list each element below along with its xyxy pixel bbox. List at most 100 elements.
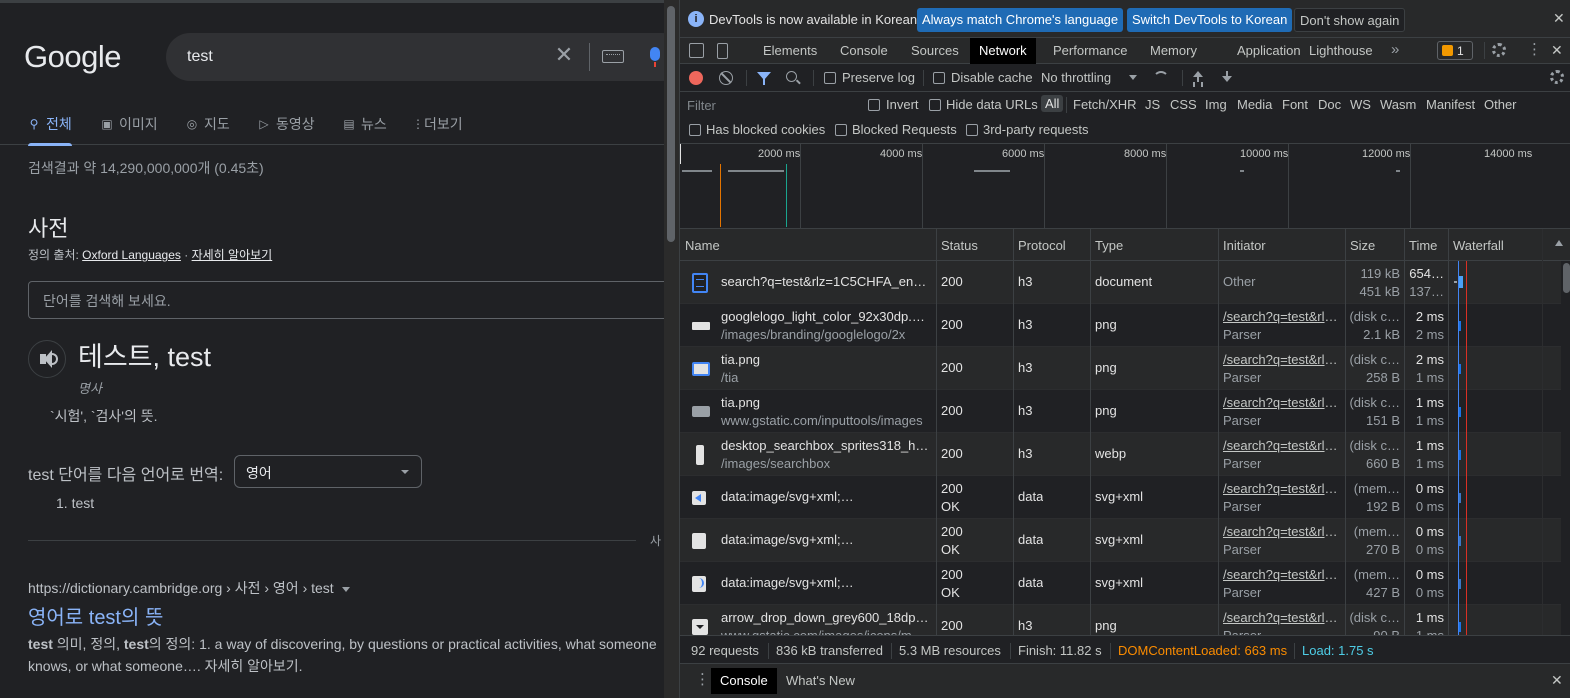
- disable-cache-checkbox[interactable]: [933, 72, 945, 84]
- record-icon[interactable]: [689, 71, 703, 85]
- table-row[interactable]: data:image/svg+xml;… 200 OK data svg+xml/sea…: [680, 562, 1561, 605]
- more-tabs-icon[interactable]: »: [1391, 41, 1399, 58]
- close-icon[interactable]: ✕: [1553, 10, 1565, 27]
- column-separator[interactable]: [1448, 229, 1449, 635]
- request-name[interactable]: tia.png: [721, 395, 931, 410]
- blocked-cookies-checkbox[interactable]: [689, 124, 701, 136]
- column-separator[interactable]: [936, 229, 937, 635]
- request-name[interactable]: tia.png: [721, 352, 931, 367]
- tab-videos[interactable]: ▷ 동영상: [258, 111, 314, 137]
- request-name[interactable]: search?q=test&rlz=1C5CHFA_enK…: [721, 274, 931, 289]
- column-separator[interactable]: [1090, 229, 1091, 635]
- filter-type-ws[interactable]: WS: [1350, 97, 1371, 112]
- tab-sources[interactable]: Sources: [902, 38, 968, 64]
- filter-type-font[interactable]: Font: [1282, 97, 1308, 112]
- request-initiator-link[interactable]: /search?q=test&rlz…: [1223, 524, 1341, 539]
- filter-type-js[interactable]: JS: [1145, 97, 1160, 112]
- tab-performance[interactable]: Performance: [1044, 38, 1136, 64]
- hide-data-urls-checkbox[interactable]: [929, 99, 941, 111]
- search-icon[interactable]: [786, 71, 797, 82]
- pronunciation-button[interactable]: [28, 340, 66, 378]
- request-name[interactable]: data:image/svg+xml;…: [721, 575, 931, 590]
- tab-maps[interactable]: ◎ 지도: [186, 111, 230, 137]
- request-name[interactable]: data:image/svg+xml;…: [721, 532, 931, 547]
- table-row[interactable]: data:image/svg+xml;… 200 OK data svg+xml/sea…: [680, 519, 1561, 562]
- network-conditions-icon[interactable]: [1153, 71, 1169, 83]
- export-har-icon[interactable]: [1221, 71, 1233, 85]
- more-vert-icon[interactable]: ⋮: [1527, 42, 1542, 57]
- network-overview-timeline[interactable]: 2000 ms 4000 ms 6000 ms 8000 ms 10000 ms…: [680, 144, 1570, 229]
- tab-elements[interactable]: Elements: [754, 38, 826, 64]
- filter-icon[interactable]: [757, 72, 771, 85]
- tab-memory[interactable]: Memory: [1141, 38, 1206, 64]
- column-separator[interactable]: [1218, 229, 1219, 635]
- google-logo[interactable]: Google: [24, 39, 121, 75]
- tab-console[interactable]: Console: [831, 38, 897, 64]
- request-name[interactable]: data:image/svg+xml;…: [721, 489, 931, 504]
- search-input[interactable]: test: [187, 48, 213, 66]
- filter-type-all[interactable]: All: [1041, 95, 1064, 112]
- throttling-select[interactable]: No throttling: [1041, 70, 1111, 85]
- table-row[interactable]: tia.png/tia 200 h3 png/search?q=test&rlz… Pa…: [680, 347, 1561, 390]
- device-toolbar-icon[interactable]: [717, 43, 728, 59]
- clear-icon[interactable]: [719, 71, 733, 85]
- filter-type-other[interactable]: Other: [1484, 97, 1517, 112]
- request-initiator-link[interactable]: /search?q=test&rlz…: [1223, 481, 1341, 496]
- switch-to-korean-button[interactable]: Switch DevTools to Korean: [1127, 8, 1293, 32]
- request-name[interactable]: desktop_searchbox_sprites318_hr.…: [721, 438, 931, 453]
- preserve-log-checkbox[interactable]: [824, 72, 836, 84]
- table-row[interactable]: tia.png www.gstatic.com/inputtools/images…: [680, 390, 1561, 433]
- close-devtools-icon[interactable]: ✕: [1551, 42, 1563, 59]
- column-header-protocol[interactable]: Protocol: [1018, 238, 1066, 253]
- tab-network[interactable]: Network: [970, 38, 1036, 64]
- dictionary-search-input[interactable]: 단어를 검색해 보세요.: [28, 281, 664, 319]
- blocked-requests-checkbox[interactable]: [835, 124, 847, 136]
- tab-news[interactable]: ▤ 뉴스: [343, 111, 386, 137]
- inspect-element-icon[interactable]: [689, 43, 704, 58]
- table-row[interactable]: arrow_drop_down_grey600_18dp.… www.gstati…: [680, 605, 1561, 635]
- request-initiator-link[interactable]: /search?q=test&rlz…: [1223, 309, 1341, 324]
- chevron-down-icon[interactable]: [341, 586, 350, 592]
- table-row[interactable]: googlelogo_light_color_92x30dp.png/image…: [680, 304, 1561, 347]
- chevron-down-icon[interactable]: [1129, 75, 1137, 80]
- column-separator[interactable]: [1404, 229, 1405, 635]
- tab-lighthouse[interactable]: Lighthouse: [1300, 38, 1382, 64]
- table-row[interactable]: desktop_searchbox_sprites318_hr.… /images…: [680, 433, 1561, 476]
- request-name[interactable]: arrow_drop_down_grey600_18dp.…: [721, 610, 931, 625]
- oxford-link[interactable]: Oxford Languages: [82, 248, 181, 262]
- mic-icon[interactable]: [650, 47, 660, 67]
- learn-more-link[interactable]: 자세히 알아보기: [192, 248, 273, 262]
- column-header-time[interactable]: Time: [1409, 238, 1437, 253]
- filter-input[interactable]: Filter: [683, 95, 855, 115]
- scrollbar-thumb[interactable]: [667, 6, 675, 242]
- table-row[interactable]: search?q=test&rlz=1C5CHFA_enK… 200 h3 docum…: [680, 261, 1561, 304]
- request-name[interactable]: googlelogo_light_color_92x30dp.png: [721, 309, 931, 324]
- request-initiator-link[interactable]: /search?q=test&rlz…: [1223, 567, 1341, 582]
- scrollbar-thumb[interactable]: [1563, 263, 1570, 293]
- request-initiator-link[interactable]: /search?q=test&rlz…: [1223, 352, 1341, 367]
- column-header-size[interactable]: Size: [1350, 238, 1375, 253]
- filter-type-fetch-xhr[interactable]: Fetch/XHR: [1073, 97, 1137, 112]
- import-har-icon[interactable]: [1192, 71, 1204, 85]
- column-header-name[interactable]: Name: [685, 238, 720, 253]
- column-separator[interactable]: [1345, 229, 1346, 635]
- more-vert-icon[interactable]: ⋮: [695, 672, 710, 687]
- keyboard-icon[interactable]: [602, 50, 624, 63]
- request-initiator-link[interactable]: /search?q=test&rlz…: [1223, 610, 1341, 625]
- drawer-tab-console[interactable]: Console: [711, 668, 777, 694]
- network-settings-gear-icon[interactable]: [1550, 70, 1564, 84]
- filter-type-manifest[interactable]: Manifest: [1426, 97, 1475, 112]
- column-header-waterfall[interactable]: Waterfall: [1453, 238, 1504, 253]
- issues-badge[interactable]: 1: [1437, 41, 1473, 60]
- tab-application[interactable]: Application: [1228, 38, 1310, 64]
- column-header-status[interactable]: Status: [941, 238, 978, 253]
- search-box[interactable]: test ✕: [166, 33, 664, 81]
- drawer-tab-whats-new[interactable]: What's New: [777, 668, 864, 694]
- tab-all[interactable]: ⚲ 전체: [28, 111, 72, 146]
- settings-gear-icon[interactable]: [1492, 43, 1506, 57]
- column-header-type[interactable]: Type: [1095, 238, 1123, 253]
- table-scrollbar[interactable]: [1561, 261, 1570, 635]
- translate-language-select[interactable]: 영어: [234, 455, 422, 488]
- clear-icon[interactable]: ✕: [552, 43, 576, 67]
- sort-ascending-icon[interactable]: [1555, 240, 1563, 246]
